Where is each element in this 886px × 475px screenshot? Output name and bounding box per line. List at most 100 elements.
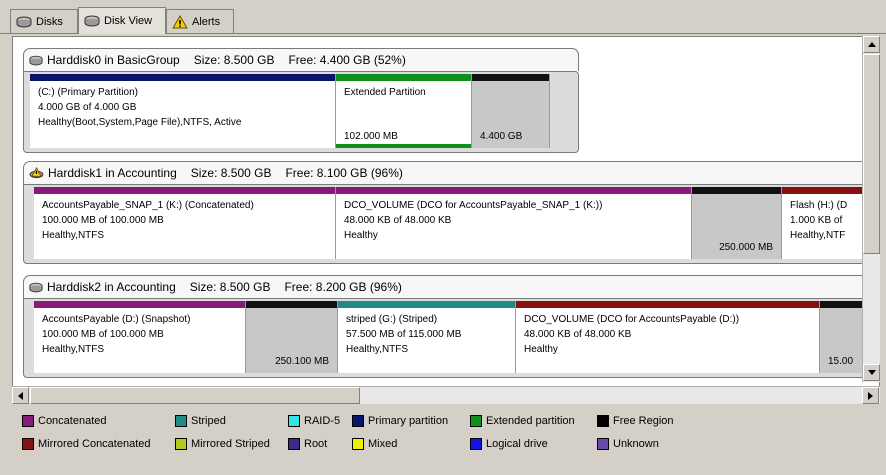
legend-swatch <box>352 438 364 450</box>
volume-info: Extended Partition <box>344 85 426 100</box>
legend-item-root: Root <box>288 438 327 450</box>
disk-free: Free: 8.100 GB (96%) <box>285 166 403 180</box>
free-region[interactable]: 4.400 GB <box>472 74 550 148</box>
volume-info: DCO_VOLUME (DCO for AccountsPayable (D:)… <box>524 312 739 357</box>
tab-disks[interactable]: Disks <box>10 9 78 33</box>
legend-label: Primary partition <box>368 415 449 427</box>
legend-swatch <box>470 438 482 450</box>
concatenated-bar <box>34 301 245 308</box>
legend-label: RAID-5 <box>304 415 341 427</box>
warning-icon <box>172 14 188 28</box>
free-region[interactable]: 250.000 MB <box>692 187 782 259</box>
disk-harddisk1[interactable]: Harddisk1 in Accounting Size: 8.500 GB F… <box>13 159 879 269</box>
legend-item-logical-drive: Logical drive <box>470 438 548 450</box>
volume-accountspayable-snap1[interactable]: AccountsPayable_SNAP_1 (K:) (Concatenate… <box>34 187 336 259</box>
disk-volumes: AccountsPayable_SNAP_1 (K:) (Concatenate… <box>23 184 879 264</box>
volume-info: AccountsPayable (D:) (Snapshot) 100.000 … <box>42 312 190 357</box>
volume-status: Healthy,NTFS <box>42 230 105 241</box>
disk-volumes: AccountsPayable (D:) (Snapshot) 100.000 … <box>23 298 879 378</box>
disk-harddisk0[interactable]: Harddisk0 in BasicGroup Size: 8.500 GB F… <box>13 37 593 157</box>
color-legend: Concatenated Striped RAID-5 Primary part… <box>12 406 880 470</box>
free-region[interactable]: 250.100 MB <box>246 301 338 373</box>
volume-name: DCO_VOLUME (DCO for AccountsPayable_SNAP… <box>344 200 603 211</box>
volume-name: (C:) (Primary Partition) <box>38 87 139 98</box>
volume-name: DCO_VOLUME (DCO for AccountsPayable (D:)… <box>524 314 740 325</box>
volume-extended-partition[interactable]: Extended Partition 102.000 MB <box>336 74 472 148</box>
volume-status: Healthy,NTF <box>790 230 846 241</box>
legend-item-concatenated: Concatenated <box>22 415 107 427</box>
free-region-size: 15.00 <box>828 356 854 367</box>
free-region-bar <box>246 301 337 308</box>
legend-label: Mixed <box>368 438 398 450</box>
disk-volumes: (C:) (Primary Partition) 4.000 GB of 4.0… <box>23 71 579 153</box>
scroll-left-button[interactable] <box>12 387 29 404</box>
free-region-size: 4.400 GB <box>480 131 523 142</box>
legend-item-extended-partition: Extended partition <box>470 415 575 427</box>
volume-size: 57.500 MB of 115.000 MB <box>346 329 462 340</box>
free-region-bar <box>472 74 549 81</box>
legend-item-free-region: Free Region <box>597 415 674 427</box>
legend-label: Root <box>304 438 328 450</box>
legend-swatch <box>22 438 34 450</box>
legend-label: Mirrored Concatenated <box>38 438 151 450</box>
volume-name: AccountsPayable_SNAP_1 (K:) (Concatenate… <box>42 200 254 211</box>
tab-bar: Disks Disk View Alerts <box>0 0 886 34</box>
tab-label: Alerts <box>192 15 221 28</box>
concatenated-bar <box>336 187 691 194</box>
scroll-right-button[interactable] <box>862 387 879 404</box>
volume-size: 102.000 MB <box>344 131 398 142</box>
vertical-scroll-thumb[interactable] <box>863 54 880 254</box>
disk-header[interactable]: Harddisk1 in Accounting Size: 8.500 GB F… <box>23 161 879 184</box>
legend-item-primary-partition: Primary partition <box>352 415 448 427</box>
disk-icon <box>29 282 43 292</box>
legend-swatch <box>597 415 609 427</box>
scroll-down-button[interactable] <box>863 364 880 381</box>
horizontal-scrollbar[interactable] <box>12 386 880 404</box>
disk-view-pane: Harddisk0 in BasicGroup Size: 8.500 GB F… <box>12 36 880 389</box>
vertical-scrollbar[interactable] <box>862 36 880 382</box>
legend-item-striped: Striped <box>175 415 226 427</box>
disk-icon <box>16 16 32 28</box>
tab-label: Disks <box>36 15 63 28</box>
volume-dco-d[interactable]: DCO_VOLUME (DCO for AccountsPayable (D:)… <box>516 301 820 373</box>
disk-icon <box>84 15 100 27</box>
volume-c-primary[interactable]: (C:) (Primary Partition) 4.000 GB of 4.0… <box>30 74 336 148</box>
volume-accountspayable-d[interactable]: AccountsPayable (D:) (Snapshot) 100.000 … <box>34 301 246 373</box>
disk-size: Size: 8.500 GB <box>193 53 275 67</box>
legend-label: Extended partition <box>486 415 575 427</box>
arrow-up-icon <box>867 42 876 47</box>
tab-alerts[interactable]: Alerts <box>166 9 234 33</box>
disk-free: Free: 8.200 GB (96%) <box>284 280 402 294</box>
tab-disk-view[interactable]: Disk View <box>78 7 166 34</box>
volume-status: Healthy(Boot,System,Page File),NTFS, Act… <box>38 117 242 128</box>
arrow-left-icon <box>18 391 23 400</box>
legend-label: Mirrored Striped <box>191 438 270 450</box>
legend-swatch <box>352 415 364 427</box>
volume-dco-snap1[interactable]: DCO_VOLUME (DCO for AccountsPayable_SNAP… <box>336 187 692 259</box>
disk-size: Size: 8.500 GB <box>190 166 272 180</box>
legend-label: Concatenated <box>38 415 107 427</box>
scroll-up-button[interactable] <box>863 36 880 53</box>
legend-label: Unknown <box>613 438 659 450</box>
volume-status: Healthy <box>524 344 558 355</box>
volume-status: Healthy,NTFS <box>42 344 105 355</box>
legend-swatch <box>597 438 609 450</box>
volume-size: 1.000 KB of <box>790 215 843 226</box>
arrow-right-icon <box>868 391 873 400</box>
disk-harddisk2[interactable]: Harddisk2 in Accounting Size: 8.500 GB F… <box>13 271 879 386</box>
disk-header[interactable]: Harddisk2 in Accounting Size: 8.500 GB F… <box>23 275 879 298</box>
primary-partition-bar <box>30 74 335 81</box>
volume-size: 100.000 MB of 100.000 MB <box>42 329 164 340</box>
concatenated-bar <box>34 187 335 194</box>
disk-header[interactable]: Harddisk0 in BasicGroup Size: 8.500 GB F… <box>23 48 579 71</box>
volume-info: DCO_VOLUME (DCO for AccountsPayable_SNAP… <box>344 198 602 243</box>
volume-name: AccountsPayable (D:) (Snapshot) <box>42 314 191 325</box>
arrow-down-icon <box>867 370 876 375</box>
extended-partition-bottom-bar <box>336 144 471 148</box>
volume-striped-g[interactable]: striped (G:) (Striped) 57.500 MB of 115.… <box>338 301 516 373</box>
legend-item-raid5: RAID-5 <box>288 415 340 427</box>
warning-disk-icon <box>29 166 44 178</box>
horizontal-scroll-thumb[interactable] <box>30 387 360 404</box>
disk-name: Harddisk2 in Accounting <box>47 280 176 294</box>
legend-swatch <box>175 415 187 427</box>
